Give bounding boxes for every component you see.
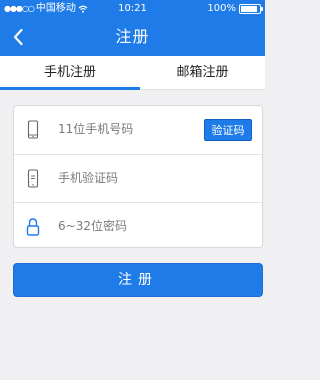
get-code-button[interactable]: 验证码 bbox=[204, 119, 252, 141]
password-input[interactable] bbox=[58, 215, 198, 237]
nav-bar: 注册 bbox=[0, 18, 265, 56]
verify-code-input[interactable] bbox=[58, 167, 198, 189]
phone-message-icon bbox=[27, 169, 39, 188]
lock-icon bbox=[26, 218, 40, 236]
tab-email-register[interactable]: 邮箱注册 bbox=[140, 56, 265, 89]
status-bar-right: 100% bbox=[207, 0, 263, 18]
active-tab-indicator bbox=[0, 87, 140, 90]
app-header: ●●●○○ 中国移动 10:21 100% 注册 bbox=[0, 0, 265, 56]
password-row bbox=[14, 202, 262, 250]
phone-row: 验证码 bbox=[14, 106, 262, 153]
register-submit-button[interactable]: 注册 bbox=[13, 263, 263, 297]
verify-code-row bbox=[14, 154, 262, 202]
register-form: 验证码 bbox=[13, 105, 263, 248]
phone-icon bbox=[27, 120, 39, 139]
page-title: 注册 bbox=[115, 27, 150, 46]
tab-phone-register[interactable]: 手机注册 bbox=[0, 56, 140, 89]
battery-icon bbox=[239, 4, 263, 14]
register-tabs: 手机注册 邮箱注册 bbox=[0, 56, 265, 90]
battery-percent: 100% bbox=[207, 3, 236, 14]
status-bar: ●●●○○ 中国移动 10:21 100% bbox=[0, 0, 265, 18]
phone-number-input[interactable] bbox=[58, 118, 198, 140]
